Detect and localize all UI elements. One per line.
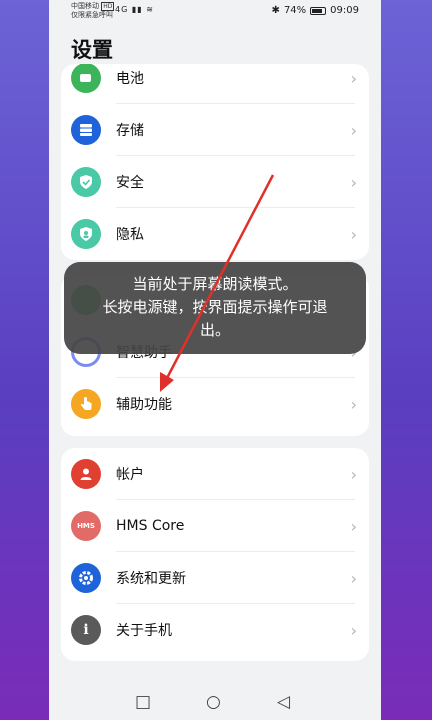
settings-item-label: 辅助功能 [116, 397, 172, 413]
settings-item-account[interactable]: 帐户 › [61, 448, 369, 500]
settings-item-label: 电池 [116, 71, 144, 87]
navigation-bar: □ ○ ◁ [49, 684, 381, 720]
settings-item-storage[interactable]: 存储 › [61, 104, 369, 156]
settings-item-security[interactable]: 安全 › [61, 156, 369, 208]
settings-item-label: 关于手机 [116, 623, 172, 639]
settings-item-accessibility[interactable]: 辅助功能 › [61, 378, 369, 430]
chevron-right-icon: › [350, 568, 357, 588]
chevron-right-icon: › [350, 172, 357, 192]
battery-percent: 74% [283, 5, 307, 16]
chevron-right-icon: › [350, 120, 357, 140]
status-right: ✱ 74% 09:09 [272, 5, 359, 16]
hd-badge: HD [101, 2, 115, 11]
settings-screen: 中国移动 HD 仅限紧急呼叫 4G ▮▮ ≋ ✱ 74% 09:09 设置 电池… [49, 0, 381, 720]
settings-item-label: 隐私 [116, 227, 144, 243]
info-icon: i [71, 615, 101, 645]
shield-icon [71, 167, 101, 197]
chevron-right-icon: › [350, 224, 357, 244]
screen-reader-toast: 当前处于屏幕朗读模式。 长按电源键，按界面提示操作可退 出。 [64, 262, 366, 354]
account-icon [71, 459, 101, 489]
chevron-right-icon: › [350, 394, 357, 414]
toast-line: 长按电源键，按界面提示操作可退 [102, 298, 328, 316]
gear-icon [71, 563, 101, 593]
bluetooth-icon: ✱ [271, 5, 280, 16]
storage-icon [71, 115, 101, 145]
accessibility-icon [71, 389, 101, 419]
settings-item-hms-core[interactable]: HMS HMS Core › [61, 500, 369, 552]
settings-item-label: 系统和更新 [116, 571, 186, 587]
settings-item-label: 帐户 [116, 467, 144, 483]
chevron-right-icon: › [350, 516, 357, 536]
chevron-right-icon: › [350, 464, 357, 484]
battery-icon [310, 6, 327, 15]
status-bar: 中国移动 HD 仅限紧急呼叫 4G ▮▮ ≋ ✱ 74% 09:09 [49, 0, 381, 24]
back-button[interactable]: ◁ [277, 692, 290, 712]
settings-item-battery[interactable]: 电池 › [61, 64, 369, 104]
carrier-info: 中国移动 HD 仅限紧急呼叫 [71, 2, 115, 20]
chevron-right-icon: › [350, 620, 357, 640]
settings-group-system: 帐户 › HMS HMS Core › 系统和更新 › i 关于手机 › [61, 448, 369, 661]
carrier-name: 中国移动 [71, 2, 99, 10]
hms-icon: HMS [71, 511, 101, 541]
settings-item-label: HMS Core [116, 518, 185, 534]
settings-item-label: 安全 [116, 175, 144, 191]
battery-icon [71, 64, 101, 93]
clock: 09:09 [330, 5, 359, 16]
settings-group-device: 电池 › 存储 › 安全 › 隐私 › [61, 64, 369, 260]
settings-item-about-phone[interactable]: i 关于手机 › [61, 604, 369, 656]
settings-item-label: 存储 [116, 123, 144, 139]
home-button[interactable]: ○ [206, 692, 221, 712]
chevron-right-icon: › [350, 68, 357, 88]
privacy-icon [71, 219, 101, 249]
signal-indicator: 4G ▮▮ ≋ [115, 5, 154, 14]
toast-line: 出。 [199, 321, 230, 339]
toast-line: 当前处于屏幕朗读模式。 [132, 275, 298, 293]
recent-apps-button[interactable]: □ [135, 692, 151, 712]
settings-item-system-update[interactable]: 系统和更新 › [61, 552, 369, 604]
settings-item-privacy[interactable]: 隐私 › [61, 208, 369, 260]
emergency-only-text: 仅限紧急呼叫 [71, 11, 113, 19]
page-title: 设置 [71, 38, 113, 62]
